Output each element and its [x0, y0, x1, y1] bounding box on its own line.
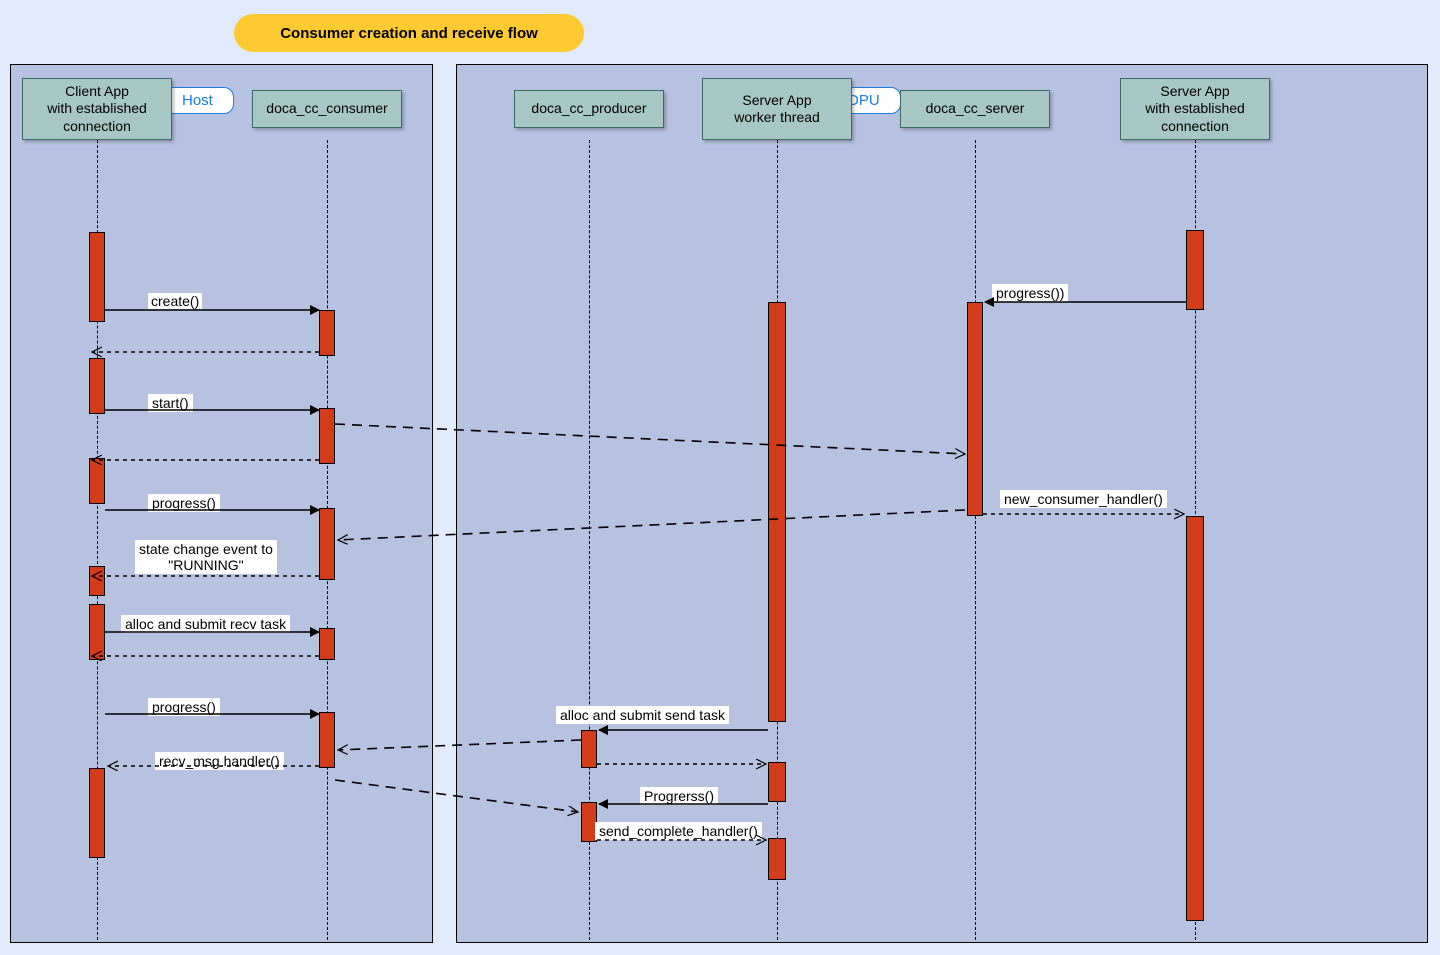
lifeline-server: [975, 140, 976, 940]
label-alloc-send: alloc and submit send task: [556, 706, 729, 724]
act-worker-1: [768, 302, 786, 722]
label-recv-msg: recv_msg handler(): [155, 752, 284, 770]
act-consumer-1: [319, 310, 335, 356]
label-progress2: progress(): [148, 698, 220, 716]
diagram-stage: Consumer creation and receive flow Host …: [0, 0, 1440, 955]
act-serverapp-2: [1186, 516, 1204, 921]
act-worker-2: [768, 762, 786, 802]
act-consumer-5: [319, 712, 335, 768]
label-progress-right: progress()): [992, 284, 1068, 302]
label-progress1: progress(): [148, 494, 220, 512]
act-worker-3: [768, 838, 786, 880]
act-server-1: [967, 302, 983, 516]
act-client-5: [89, 604, 105, 660]
label-progresss: Progrerss(): [640, 787, 718, 805]
participant-client: Client Appwith establishedconnection: [22, 78, 172, 140]
participant-worker: Server Appworker thread: [702, 78, 852, 140]
act-client-2: [89, 358, 105, 414]
label-start: start(): [148, 394, 193, 412]
act-consumer-4: [319, 628, 335, 660]
panel-host: Host: [10, 64, 433, 943]
participant-producer: doca_cc_producer: [514, 90, 664, 128]
label-create: create(): [148, 293, 202, 309]
act-client-6: [89, 768, 105, 858]
label-send-complete: send_complete_handler(): [595, 822, 762, 840]
participant-consumer: doca_cc_consumer: [252, 90, 402, 128]
label-new-consumer: new_consumer_handler(): [1000, 490, 1167, 508]
act-client-1: [89, 232, 105, 322]
diagram-title: Consumer creation and receive flow: [234, 14, 584, 52]
label-alloc-recv: alloc and submit recv task: [121, 615, 290, 633]
participant-server: doca_cc_server: [900, 90, 1050, 128]
act-producer-1: [581, 730, 597, 768]
act-consumer-2: [319, 408, 335, 464]
label-state-change: state change event to"RUNNING": [135, 540, 277, 574]
act-serverapp-1: [1186, 230, 1204, 310]
act-consumer-3: [319, 508, 335, 580]
act-client-3: [89, 458, 105, 504]
participant-serverapp: Server Appwith establishedconnection: [1120, 78, 1270, 140]
panel-dpu: DPU: [456, 64, 1428, 943]
act-client-4: [89, 566, 105, 596]
